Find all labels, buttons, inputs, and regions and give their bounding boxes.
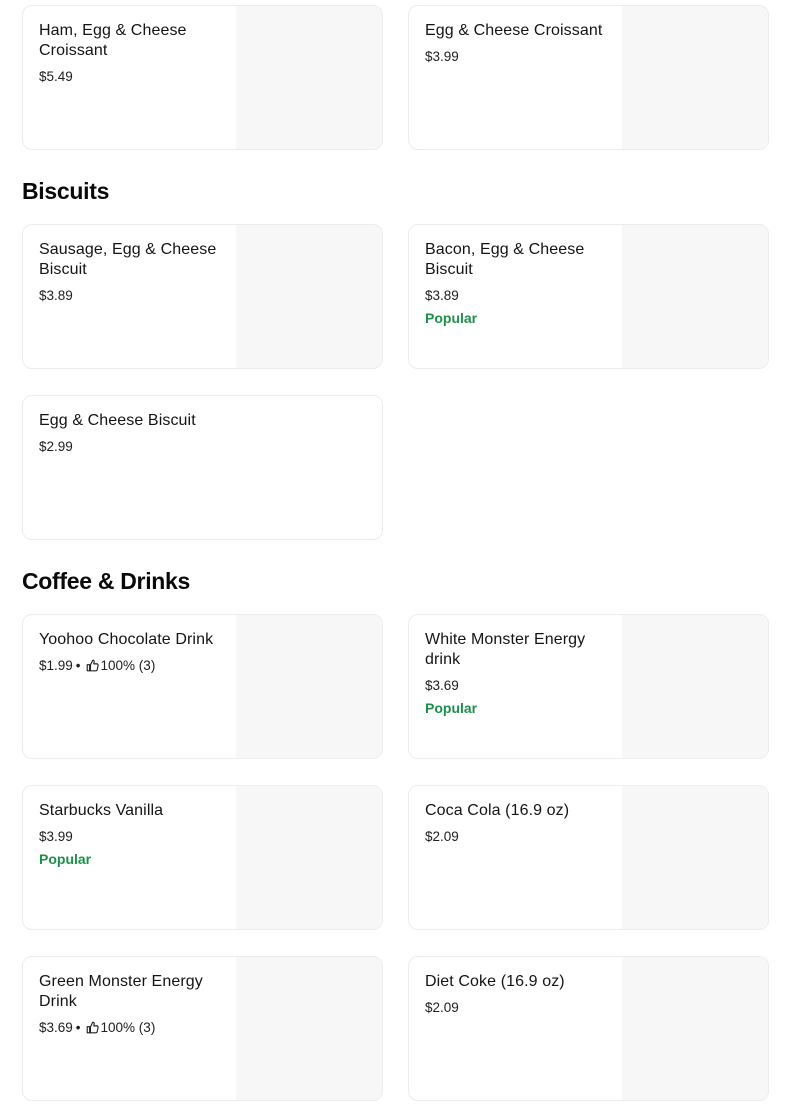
- item-name: Ham, Egg & Cheese Croissant: [39, 22, 187, 59]
- item-image: [236, 957, 382, 1100]
- item-price: $2.09: [425, 829, 459, 844]
- item-name: Yoohoo Chocolate Drink: [39, 631, 214, 648]
- item-price-rating: $3.69 • 100% (3): [39, 1019, 155, 1039]
- item-price: $5.49: [39, 69, 73, 84]
- item-image: [236, 6, 382, 149]
- item-price: $3.99: [39, 829, 73, 844]
- menu-item-card[interactable]: Yoohoo Chocolate Drink $1.99 • 100% (3): [22, 614, 383, 759]
- menu-item-card[interactable]: Diet Coke (16.9 oz) $2.09: [408, 956, 769, 1101]
- item-name: Bacon, Egg & Cheese Biscuit: [425, 241, 585, 278]
- item-name: Starbucks Vanilla: [39, 802, 164, 819]
- item-price: $2.99: [39, 439, 73, 454]
- menu-item-card[interactable]: Starbucks Vanilla $3.99 Popular: [22, 785, 383, 930]
- menu-item-card[interactable]: White Monster Energy drink $3.69 Popular: [408, 614, 769, 759]
- popular-badge: Popular: [425, 700, 478, 716]
- item-price: $3.69: [425, 678, 459, 693]
- item-name: Egg & Cheese Croissant: [425, 22, 603, 39]
- item-name: Egg & Cheese Biscuit: [39, 412, 196, 429]
- menu-item-card[interactable]: Coca Cola (16.9 oz) $2.09: [408, 785, 769, 930]
- item-name: Sausage, Egg & Cheese Biscuit: [39, 241, 217, 278]
- item-price: $1.99: [39, 658, 73, 673]
- item-image: [236, 786, 382, 929]
- item-image: [622, 6, 768, 149]
- thumbs-up-icon: [86, 659, 99, 677]
- separator-dot: •: [75, 1020, 81, 1035]
- item-image: [622, 225, 768, 368]
- section-title-coffee-drinks: Coffee & Drinks: [22, 568, 191, 594]
- menu-item-card[interactable]: Green Monster Energy Drink $3.69 • 100% (3…: [22, 956, 383, 1101]
- thumbs-up-icon: [86, 1021, 99, 1039]
- item-price: $2.09: [425, 1000, 459, 1015]
- item-name: Green Monster Energy Drink: [39, 973, 203, 1010]
- item-image: [236, 615, 382, 758]
- item-rating: 100% (3): [100, 658, 156, 673]
- menu-item-card[interactable]: Egg & Cheese Biscuit $2.99: [22, 395, 383, 540]
- separator-dot: •: [75, 658, 81, 673]
- menu-item-card[interactable]: Bacon, Egg & Cheese Biscuit $3.89 Popula…: [408, 224, 769, 369]
- item-name: White Monster Energy drink: [425, 631, 586, 668]
- item-image: [622, 615, 768, 758]
- popular-badge: Popular: [425, 310, 478, 326]
- section-title-biscuits: Biscuits: [22, 178, 110, 204]
- menu-item-card[interactable]: Ham, Egg & Cheese Croissant $5.49: [22, 5, 383, 150]
- item-name: Diet Coke (16.9 oz): [425, 973, 565, 990]
- item-price: $3.69: [39, 1020, 73, 1035]
- item-image: [622, 786, 768, 929]
- popular-badge: Popular: [39, 851, 92, 867]
- item-price: $3.99: [425, 49, 459, 64]
- item-price: $3.89: [39, 288, 73, 303]
- item-rating: 100% (3): [100, 1020, 156, 1035]
- menu-item-card[interactable]: Egg & Cheese Croissant $3.99: [408, 5, 769, 150]
- item-name: Coca Cola (16.9 oz): [425, 802, 570, 819]
- item-image: [622, 957, 768, 1100]
- item-price: $3.89: [425, 288, 459, 303]
- item-image: [236, 225, 382, 368]
- item-price-rating: $1.99 • 100% (3): [39, 657, 155, 677]
- menu-item-card[interactable]: Sausage, Egg & Cheese Biscuit $3.89: [22, 224, 383, 369]
